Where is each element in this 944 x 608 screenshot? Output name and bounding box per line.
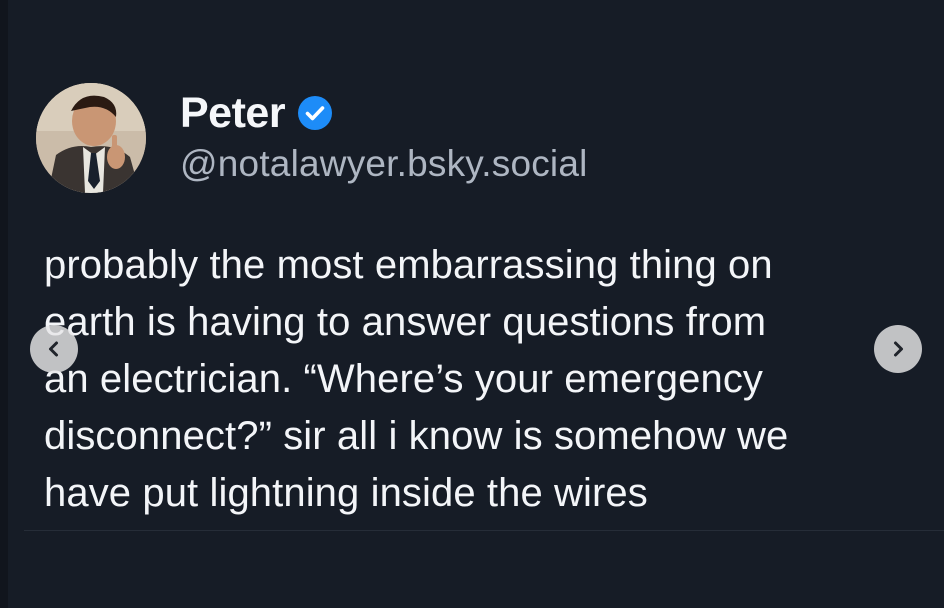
post-text-line: disconnect?” sir all i know is somehow w… [44,414,789,458]
avatar-image [36,83,146,193]
carousel-prev-button[interactable] [30,325,78,373]
post-card: Peter @notalawyer.bsky.social probably t… [0,0,944,608]
post-text-line: probably the most embarrassing thing on [44,243,773,287]
post-text-line: earth is having to answer questions from [44,300,767,344]
post-text-line: have put lightning inside the wires [44,471,648,515]
author-handle[interactable]: @notalawyer.bsky.social [180,143,588,185]
carousel-next-button[interactable] [874,325,922,373]
verified-check-icon [297,95,333,131]
author-name-row: Peter [180,88,333,138]
post-text: probably the most embarrassing thing on … [44,237,924,522]
chevron-left-icon [49,341,58,357]
avatar[interactable] [36,83,146,193]
chevron-right-icon [894,341,903,357]
author-name[interactable]: Peter [180,89,286,138]
post-text-line: an electrician. “Where’s your emergency [44,357,764,401]
left-edge-bar [0,0,8,608]
post-divider [24,530,944,531]
